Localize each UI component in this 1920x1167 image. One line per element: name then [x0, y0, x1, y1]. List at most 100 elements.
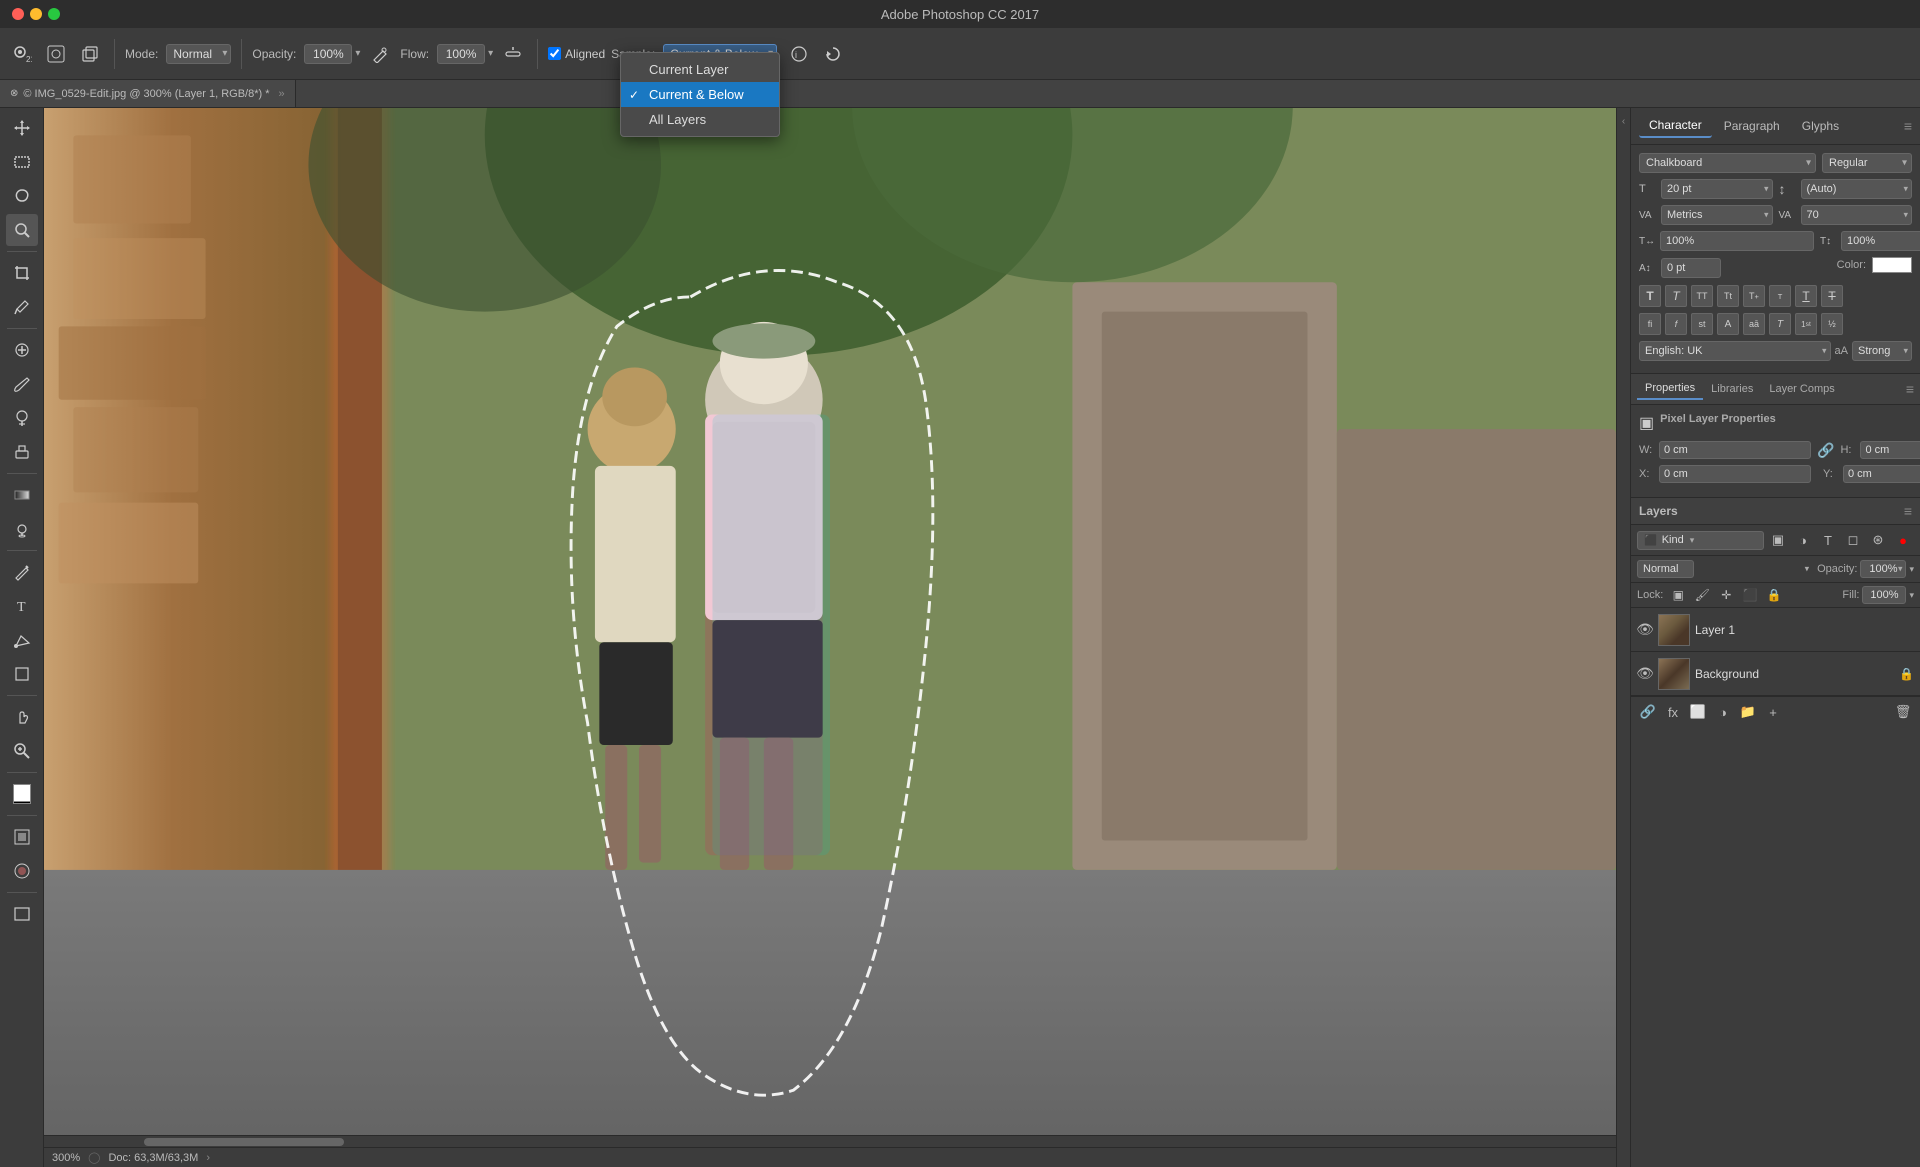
delete-layer-btn[interactable]: 🗑	[1892, 701, 1914, 723]
lasso-tool[interactable]	[6, 180, 38, 212]
glyph-f[interactable]: f	[1665, 313, 1687, 335]
tab-properties[interactable]: Properties	[1637, 378, 1703, 400]
font-family-select[interactable]: Chalkboard	[1639, 153, 1816, 173]
background-visibility[interactable]: 👁	[1637, 666, 1653, 682]
font-size-input[interactable]	[1661, 179, 1773, 199]
dropdown-item-current-layer[interactable]: Current Layer	[621, 57, 779, 82]
select-rect-tool[interactable]	[6, 146, 38, 178]
flow-input[interactable]	[437, 44, 485, 64]
filter-type-btn[interactable]: T	[1817, 529, 1839, 551]
blend-mode-select[interactable]: Normal	[1637, 560, 1694, 578]
style-italic[interactable]: T	[1665, 285, 1687, 307]
close-button[interactable]	[12, 8, 24, 20]
minimize-button[interactable]	[30, 8, 42, 20]
tab-layer-comps[interactable]: Layer Comps	[1761, 379, 1842, 399]
glyph-fi[interactable]: fi	[1639, 313, 1661, 335]
doc-tab[interactable]: ⊗ © IMG_0529-Edit.jpg @ 300% (Layer 1, R…	[0, 80, 296, 107]
airbrush-icon[interactable]	[366, 40, 394, 68]
lock-all-btn[interactable]: 🔒	[1765, 586, 1783, 604]
new-group-btn[interactable]: 📁	[1737, 701, 1759, 723]
dropdown-item-current-below[interactable]: ✓ Current & Below	[621, 82, 779, 107]
tracking-input[interactable]	[1801, 205, 1913, 225]
panel-expand-btn[interactable]: ‹	[1616, 108, 1630, 1167]
character-panel-collapse[interactable]: ≡	[1904, 118, 1912, 134]
screen-mode-btn[interactable]	[6, 898, 38, 930]
canvas-area[interactable]: 300% ◯ Doc: 63,3M/63,3M ›	[44, 108, 1616, 1167]
lock-transparent-btn[interactable]: ▣	[1669, 586, 1687, 604]
doc-tab-close[interactable]: ⊗	[10, 88, 18, 99]
layers-collapse-btn[interactable]: ≡	[1904, 503, 1912, 519]
horizontal-scrollbar[interactable]	[44, 1135, 1616, 1147]
filter-active-btn[interactable]: ●	[1892, 529, 1914, 551]
style-subscript[interactable]: T	[1769, 285, 1791, 307]
scale-v-input[interactable]	[1841, 231, 1920, 251]
filter-pixel-btn[interactable]: ▣	[1767, 529, 1789, 551]
opacity-input[interactable]	[304, 44, 352, 64]
channel-view-btn[interactable]	[6, 821, 38, 853]
new-adjustment-btn[interactable]: ◑	[1712, 701, 1734, 723]
layer1-visibility[interactable]: 👁	[1637, 622, 1653, 638]
x-input[interactable]	[1659, 465, 1811, 483]
quick-select-tool[interactable]	[6, 214, 38, 246]
zoom-tool[interactable]	[6, 735, 38, 767]
maximize-button[interactable]	[48, 8, 60, 20]
shape-tool[interactable]	[6, 658, 38, 690]
glyph-t-frac[interactable]: T	[1769, 313, 1791, 335]
fill-value[interactable]	[1862, 586, 1906, 604]
clone-source-icon[interactable]	[76, 40, 104, 68]
pressure-icon[interactable]	[499, 40, 527, 68]
style-superscript[interactable]: T+	[1743, 285, 1765, 307]
style-underline[interactable]: T	[1795, 285, 1817, 307]
style-all-caps[interactable]: TT	[1691, 285, 1713, 307]
history-brush-icon[interactable]	[819, 40, 847, 68]
glyph-st[interactable]: st	[1691, 313, 1713, 335]
language-select[interactable]: English: UK	[1639, 341, 1831, 361]
filter-smart-btn[interactable]: ⊛	[1867, 529, 1889, 551]
brush-tool[interactable]	[6, 368, 38, 400]
brush-options-icon[interactable]	[42, 40, 70, 68]
character-color-swatch[interactable]	[1872, 257, 1912, 273]
text-tool[interactable]: T	[6, 590, 38, 622]
color-swatches[interactable]	[6, 778, 38, 810]
kerning-input[interactable]	[1661, 205, 1773, 225]
lock-move-btn[interactable]: ✛	[1717, 586, 1735, 604]
eyedropper-tool[interactable]	[6, 291, 38, 323]
aa-select[interactable]: Strong	[1852, 341, 1912, 361]
layer-style-btn[interactable]: fx	[1662, 701, 1684, 723]
eraser-tool[interactable]	[6, 436, 38, 468]
glyph-ordinal[interactable]: 1st	[1795, 313, 1817, 335]
leading-input[interactable]	[1801, 179, 1913, 199]
style-strikethrough[interactable]: T	[1821, 285, 1843, 307]
mode-select-wrap[interactable]: Normal	[166, 44, 231, 64]
clone-stamp-tool[interactable]	[6, 402, 38, 434]
healing-brush-tool[interactable]	[6, 334, 38, 366]
properties-panel-collapse[interactable]: ≡	[1906, 381, 1914, 397]
tab-libraries[interactable]: Libraries	[1703, 379, 1761, 399]
glyph-fraction[interactable]: ½	[1821, 313, 1843, 335]
new-layer-btn[interactable]: +	[1762, 701, 1784, 723]
quick-mask-btn[interactable]	[6, 855, 38, 887]
window-controls[interactable]	[12, 8, 60, 20]
pen-tool[interactable]	[6, 556, 38, 588]
clone-overlay-icon[interactable]: i	[785, 40, 813, 68]
gradient-tool[interactable]	[6, 479, 38, 511]
layers-kind-filter[interactable]: ⬛ Kind ▾	[1637, 531, 1764, 550]
w-input[interactable]	[1659, 441, 1811, 459]
filter-adjustment-btn[interactable]: ◑	[1792, 529, 1814, 551]
tab-character[interactable]: Character	[1639, 114, 1712, 138]
add-mask-btn[interactable]: ⬜	[1687, 701, 1709, 723]
scrollbar-thumb[interactable]	[144, 1138, 344, 1146]
lock-paint-btn[interactable]: 🖌	[1693, 586, 1711, 604]
crop-tool[interactable]	[6, 257, 38, 289]
style-small-caps[interactable]: Tt	[1717, 285, 1739, 307]
glyph-a-caps[interactable]: A	[1717, 313, 1739, 335]
tool-options-icon[interactable]: 21	[8, 40, 36, 68]
baseline-input[interactable]	[1661, 258, 1721, 278]
y-input[interactable]	[1843, 465, 1920, 483]
lock-artboard-btn[interactable]: ⬛	[1741, 586, 1759, 604]
sample-dropdown[interactable]: Current Layer ✓ Current & Below All Laye…	[620, 52, 780, 137]
font-style-select[interactable]: Regular	[1822, 153, 1912, 173]
mode-select[interactable]: Normal	[166, 44, 231, 64]
tab-glyphs[interactable]: Glyphs	[1792, 115, 1849, 137]
style-bold[interactable]: T	[1639, 285, 1661, 307]
